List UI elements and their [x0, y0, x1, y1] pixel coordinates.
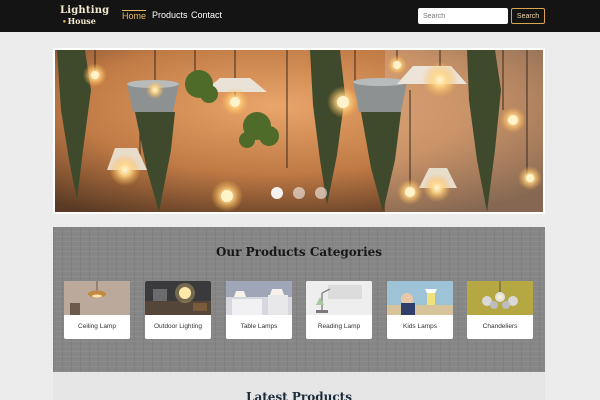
categories-section: Our Products Categories Ceiling Lamp Out… [53, 227, 545, 372]
kids-lamps-image [387, 281, 453, 315]
carousel-dot-3[interactable] [315, 187, 327, 199]
latest-products-section: Latest Products [53, 372, 545, 400]
bulb-icon: • [62, 17, 67, 26]
nav-products[interactable]: Products [152, 10, 188, 22]
carousel-dot-1[interactable] [271, 187, 283, 199]
navbar: Lighting •House Home Products Contact Se… [0, 0, 600, 32]
category-label: Outdoor Lighting [153, 323, 203, 330]
category-label: Table Lamps [240, 323, 278, 330]
latest-products-title: Latest Products [246, 390, 352, 400]
category-label: Kids Lamps [403, 323, 437, 330]
category-card-chandeliers[interactable]: Chandeliers [467, 281, 533, 339]
category-label: Chandeliers [482, 323, 518, 330]
reading-lamp-image [306, 281, 372, 315]
ceiling-lamp-image [64, 281, 130, 315]
category-card-table-lamps[interactable]: Table Lamps [226, 281, 292, 339]
table-lamps-image [226, 281, 292, 315]
brand-line-2: House [67, 16, 96, 26]
outdoor-lighting-image [145, 281, 211, 315]
categories-title: Our Products Categories [215, 245, 383, 259]
category-card-reading-lamp[interactable]: Reading Lamp [306, 281, 372, 339]
search-input[interactable] [418, 8, 508, 24]
carousel-dot-2[interactable] [293, 187, 305, 199]
category-card-kids-lamps[interactable]: Kids Lamps [387, 281, 453, 339]
brand-logo[interactable]: Lighting •House [60, 5, 110, 28]
brand-line-1: Lighting [60, 5, 110, 16]
nav-contact[interactable]: Contact [191, 10, 222, 22]
category-label: Reading Lamp [317, 323, 361, 330]
hero-carousel [53, 48, 545, 214]
nav-home[interactable]: Home [122, 10, 147, 22]
search-button[interactable]: Search [511, 8, 545, 24]
chandeliers-image [467, 281, 533, 315]
category-card-outdoor-lighting[interactable]: Outdoor Lighting [145, 281, 211, 339]
category-card-ceiling-lamp[interactable]: Ceiling Lamp [64, 281, 130, 339]
category-label: Ceiling Lamp [78, 323, 116, 330]
